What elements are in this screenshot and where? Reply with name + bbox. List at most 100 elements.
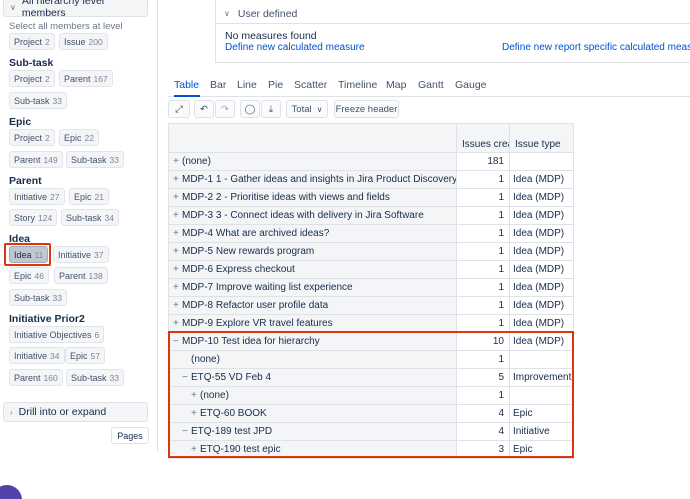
expand-icon[interactable]: +	[191, 444, 200, 455]
member-chip[interactable]: Parent160	[9, 369, 63, 386]
row-header[interactable]: +MDP-7 Improve waiting list experience	[169, 279, 457, 297]
member-chip[interactable]: Sub-task33	[9, 289, 67, 306]
member-chip[interactable]: Initiative34	[9, 347, 65, 364]
expand-icon[interactable]: +	[173, 228, 182, 239]
drill-into-expand-header[interactable]: › Drill into or expand	[3, 402, 148, 422]
member-chip[interactable]: Story124	[9, 209, 57, 226]
tab-bar[interactable]: Bar	[210, 79, 226, 91]
member-chip-project[interactable]: Project2	[9, 33, 55, 50]
expand-icon[interactable]: +	[173, 246, 182, 257]
issue-type-cell	[510, 387, 574, 405]
row-header[interactable]: +MDP-6 Express checkout	[169, 261, 457, 279]
level-title-parent: Parent	[9, 175, 42, 187]
issues-created-cell: 1	[457, 351, 510, 369]
tab-map[interactable]: Map	[386, 79, 406, 91]
issue-type-cell: Epic	[510, 441, 574, 459]
member-chip[interactable]: Epic57	[65, 347, 105, 364]
issues-created-cell: 3	[457, 441, 510, 459]
collapse-icon[interactable]: −	[182, 426, 191, 437]
row-header[interactable]: −MDP-10 Test idea for hierarchy	[169, 333, 457, 351]
member-chip[interactable]: Initiative37	[53, 246, 109, 263]
chevron-right-icon: ›	[10, 408, 13, 417]
expand-icon[interactable]: +	[191, 408, 200, 419]
issues-created-cell: 1	[457, 387, 510, 405]
chart-type-tabs: Table Bar Line Pie Scatter Timeline Map …	[168, 78, 690, 97]
member-chip[interactable]: Sub-task33	[66, 151, 124, 168]
redo-icon[interactable]: ↷	[215, 100, 235, 118]
member-chip[interactable]: Initiative Objectives6	[9, 326, 104, 343]
row-header[interactable]: +MDP-3 3 - Connect ideas with delivery i…	[169, 207, 457, 225]
member-chip[interactable]: Sub-task34	[61, 209, 119, 226]
tab-pie[interactable]: Pie	[268, 79, 283, 91]
hierarchy-members-panel: ∨ All hierarchy level members Select all…	[0, 0, 158, 452]
expand-icon[interactable]: ⤢	[168, 100, 190, 118]
user-defined-header[interactable]: ∨ User defined	[216, 4, 690, 24]
issue-type-cell: Idea (MDP)	[510, 315, 574, 333]
expand-icon[interactable]: +	[173, 282, 182, 293]
row-header[interactable]: +MDP-4 What are archived ideas?	[169, 225, 457, 243]
table-row: +MDP-7 Improve waiting list experience1I…	[169, 279, 574, 297]
expand-icon[interactable]: +	[173, 174, 182, 185]
comment-icon[interactable]: ◯	[240, 100, 260, 118]
table-row: +ETQ-190 test epic3Epic	[169, 441, 574, 459]
download-icon[interactable]: ⤓	[261, 100, 281, 118]
undo-icon[interactable]: ↶	[194, 100, 214, 118]
select-all-members-link[interactable]: Select all members at level	[9, 21, 123, 32]
tab-table[interactable]: Table	[174, 79, 199, 91]
row-header[interactable]: +MDP-9 Explore VR travel features	[169, 315, 457, 333]
member-chip-issue[interactable]: Issue200	[59, 33, 108, 50]
row-header[interactable]: −ETQ-55 VD Feb 4	[169, 369, 457, 387]
row-header[interactable]: (none)	[169, 351, 457, 369]
row-header[interactable]: +(none)	[169, 153, 457, 171]
tab-line[interactable]: Line	[237, 79, 257, 91]
avatar[interactable]	[0, 485, 22, 499]
issue-type-cell: Idea (MDP)	[510, 189, 574, 207]
expand-icon[interactable]: +	[173, 264, 182, 275]
hierarchy-members-header[interactable]: ∨ All hierarchy level members	[3, 0, 148, 17]
row-header[interactable]: +MDP-2 2 - Prioritise ideas with views a…	[169, 189, 457, 207]
issues-created-cell: 1	[457, 189, 510, 207]
member-chip[interactable]: Epic21	[69, 188, 109, 205]
total-dropdown[interactable]: Total ∨	[286, 100, 328, 118]
expand-icon[interactable]: +	[173, 192, 182, 203]
row-header[interactable]: +MDP-8 Refactor user profile data	[169, 297, 457, 315]
table-row: +MDP-4 What are archived ideas?1Idea (MD…	[169, 225, 574, 243]
member-chip[interactable]: Epic46	[9, 267, 49, 284]
table-row: +(none)1	[169, 387, 574, 405]
member-chip[interactable]: Project2	[9, 129, 55, 146]
pages-button[interactable]: Pages	[111, 427, 149, 444]
member-chip[interactable]: Sub-task33	[9, 92, 67, 109]
member-chip[interactable]: Epic22	[59, 129, 99, 146]
row-header[interactable]: +MDP-5 New rewards program	[169, 243, 457, 261]
column-header-issue-type[interactable]: Issue type	[510, 124, 574, 153]
expand-icon[interactable]: +	[173, 210, 182, 221]
define-calculated-measure-link[interactable]: Define new calculated measure	[225, 42, 365, 53]
member-chip[interactable]: Parent167	[59, 70, 113, 87]
tab-scatter[interactable]: Scatter	[294, 79, 327, 91]
member-chip[interactable]: Sub-task33	[66, 369, 124, 386]
chevron-down-icon: ∨	[10, 3, 16, 12]
member-chip-idea-selected[interactable]: Idea11	[9, 246, 48, 263]
row-header[interactable]: +ETQ-60 BOOK	[169, 405, 457, 423]
tab-gauge[interactable]: Gauge	[455, 79, 487, 91]
expand-icon[interactable]: +	[173, 156, 182, 167]
row-header[interactable]: +ETQ-190 test epic	[169, 441, 457, 459]
row-header[interactable]: +MDP-1 1 - Gather ideas and insights in …	[169, 171, 457, 189]
expand-icon[interactable]: +	[191, 390, 200, 401]
freeze-header-button[interactable]: Freeze header	[334, 100, 399, 118]
define-report-calculated-measure-link[interactable]: Define new report specific calculated me…	[502, 42, 690, 53]
expand-icon[interactable]: +	[173, 318, 182, 329]
hierarchy-members-title: All hierarchy level members	[22, 0, 147, 19]
member-chip[interactable]: Parent138	[54, 267, 108, 284]
collapse-icon[interactable]: −	[173, 336, 182, 347]
member-chip[interactable]: Project2	[9, 70, 55, 87]
expand-icon[interactable]: +	[173, 300, 182, 311]
member-chip[interactable]: Initiative27	[9, 188, 65, 205]
row-header[interactable]: −ETQ-189 test JPD	[169, 423, 457, 441]
collapse-icon[interactable]: −	[182, 372, 191, 383]
member-chip[interactable]: Parent149	[9, 151, 63, 168]
column-header-issues-created[interactable]: Issues created	[457, 124, 510, 153]
tab-gantt[interactable]: Gantt	[418, 79, 444, 91]
row-header[interactable]: +(none)	[169, 387, 457, 405]
tab-timeline[interactable]: Timeline	[338, 79, 377, 91]
